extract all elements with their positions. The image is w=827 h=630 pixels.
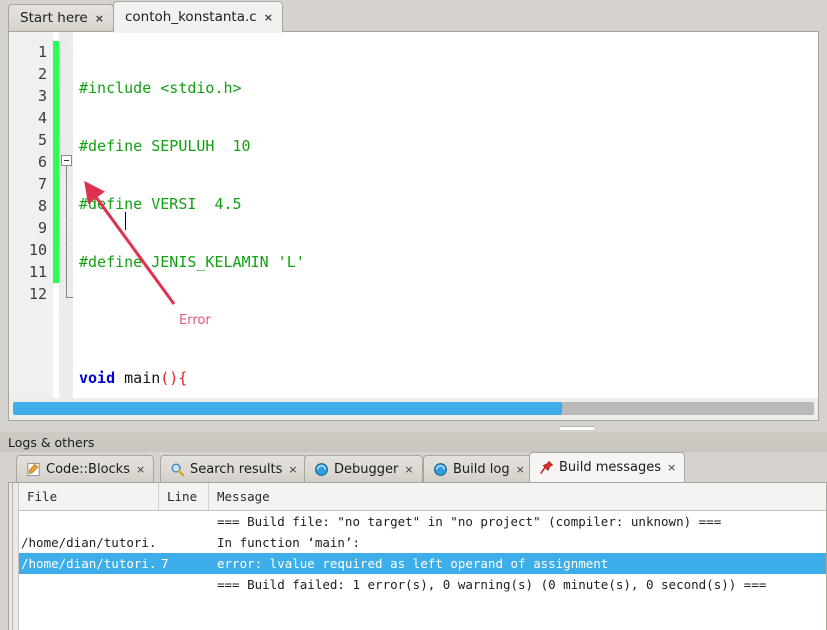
cell-line (159, 574, 209, 595)
tab-search-results-label: Search results (190, 461, 283, 477)
tab-build-log[interactable]: Build log × (423, 455, 534, 482)
cell-line (159, 532, 209, 553)
scrollbar-thumb[interactable] (13, 402, 562, 415)
debugger-icon (315, 462, 328, 476)
close-icon[interactable]: × (667, 461, 676, 474)
cell-file (19, 574, 159, 595)
code-editor[interactable]: 1 2 3 4 5 6 7 8 9 10 11 12 #include <std… (8, 31, 819, 421)
line-number: 5 (37, 131, 47, 149)
tab-codeblocks-label: Code::Blocks (46, 461, 130, 477)
close-icon[interactable]: × (516, 463, 525, 476)
close-icon[interactable]: × (136, 463, 145, 476)
code-line: void main(){ (79, 369, 188, 387)
tab-contoh-konstanta-c-label: contoh_konstanta.c (125, 9, 257, 25)
magnifier-icon (171, 463, 185, 476)
editor-horizontal-scrollbar[interactable] (8, 398, 819, 421)
cell-line (159, 511, 209, 532)
fold-collapse-icon[interactable] (61, 155, 72, 166)
text-caret (125, 212, 126, 230)
tab-codeblocks[interactable]: Code::Blocks × (16, 455, 155, 482)
logs-tabbar: Code::Blocks × Search results × Debugger… (8, 452, 827, 482)
codeblocks-window: Start here × contoh_konstanta.c × 1 2 3 … (0, 0, 827, 630)
cell-file (19, 511, 159, 532)
fold-margin[interactable] (59, 32, 73, 420)
line-number: 6 (37, 153, 47, 171)
code-line: #include <stdio.h> (79, 79, 242, 97)
cell-message: In function ‘main’: (217, 535, 360, 550)
tab-debugger[interactable]: Debugger × (304, 455, 423, 482)
scrollbar-track[interactable] (13, 402, 814, 415)
code-text-area[interactable]: #include <stdio.h> #define SEPULUH 10 #d… (73, 32, 818, 420)
tab-debugger-label: Debugger (334, 461, 399, 477)
tab-start-here[interactable]: Start here × (8, 4, 114, 31)
cell-file: /home/dian/tutori... (21, 535, 159, 550)
line-number: 8 (37, 197, 47, 215)
line-number: 7 (37, 175, 47, 193)
error-annotation-label: Error (179, 313, 211, 328)
column-header-line[interactable]: Line (159, 483, 209, 510)
close-icon[interactable]: × (264, 11, 273, 24)
cell-message: === Build failed: 1 error(s), 0 warning(… (217, 577, 767, 592)
cell-message: error: lvalue required as left operand o… (217, 556, 609, 571)
line-number: 2 (37, 65, 47, 83)
code-line: #define VERSI 4.5 (79, 195, 242, 213)
code-line: #define SEPULUH 10 (79, 137, 251, 155)
line-number: 9 (37, 219, 47, 237)
close-icon[interactable]: × (288, 463, 297, 476)
tab-search-results[interactable]: Search results × (160, 455, 307, 482)
red-pin-icon (540, 460, 554, 474)
fold-range-end (66, 297, 73, 298)
tab-build-messages[interactable]: Build messages × (529, 452, 686, 482)
panel-splitter-grip[interactable] (560, 426, 594, 430)
cell-message: === Build file: "no target" in "no proje… (217, 514, 722, 529)
code-line: #define JENIS_KELAMIN 'L' (79, 253, 305, 271)
line-number: 3 (37, 87, 47, 105)
tab-start-here-label: Start here (20, 10, 88, 26)
line-number: 11 (28, 263, 47, 281)
tab-contoh-konstanta-c[interactable]: contoh_konstanta.c × (113, 1, 283, 32)
line-number: 10 (28, 241, 47, 259)
close-icon[interactable]: × (95, 12, 104, 25)
table-row[interactable]: === Build failed: 1 error(s), 0 warning(… (19, 574, 826, 595)
messages-vertical-scrollbar[interactable] (9, 483, 19, 630)
logs-panel-title: Logs & others (0, 432, 827, 452)
build-messages-table[interactable]: File Line Message === Build file: "no ta… (8, 482, 827, 630)
editor-tabbar: Start here × contoh_konstanta.c × (0, 0, 827, 32)
cell-line: 7 (161, 556, 169, 571)
table-row[interactable]: /home/dian/tutori... 7 error: lvalue req… (19, 553, 826, 574)
line-number: 4 (37, 109, 47, 127)
cell-file: /home/dian/tutori... (21, 556, 159, 571)
table-header-row: File Line Message (19, 483, 826, 511)
close-icon[interactable]: × (404, 463, 413, 476)
column-header-message[interactable]: Message (209, 483, 826, 510)
line-number: 12 (28, 285, 47, 303)
tab-build-messages-label: Build messages (559, 460, 661, 475)
tab-build-log-label: Build log (453, 461, 510, 477)
pencil-icon (27, 462, 40, 476)
fold-range-line (66, 166, 67, 298)
build-log-icon (434, 462, 447, 476)
table-row[interactable]: === Build file: "no target" in "no proje… (19, 511, 826, 532)
table-row[interactable]: /home/dian/tutori... In function ‘main’: (19, 532, 826, 553)
column-header-file[interactable]: File (19, 483, 159, 510)
line-number: 1 (37, 43, 47, 61)
line-number-gutter: 1 2 3 4 5 6 7 8 9 10 11 12 (9, 32, 53, 420)
